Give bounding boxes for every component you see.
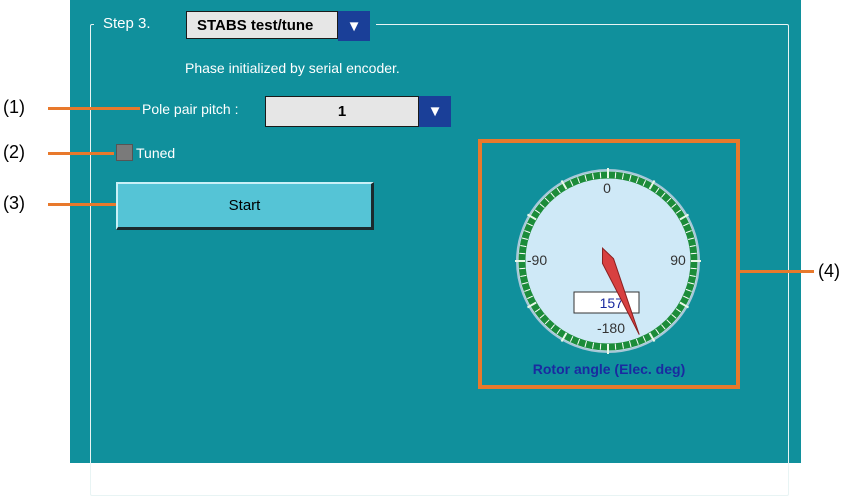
gauge-tick (614, 343, 617, 350)
callout-2: (2) (3, 142, 25, 162)
rotor-angle-gauge: 0 -90 90 -180 157 (515, 168, 701, 354)
gauge-tick (614, 172, 617, 179)
gauge-tick (599, 172, 602, 179)
start-button-label: Start (228, 197, 261, 214)
tuned-checkbox[interactable] (116, 144, 133, 161)
callout-1: (1) (3, 97, 25, 117)
gauge-caption: Rotor angle (Elec. deg) (532, 361, 686, 377)
mode-dropdown-value: STABS test/tune (197, 16, 314, 34)
callout-4: (4) (818, 261, 840, 281)
step-label: Step 3. (103, 15, 151, 32)
pole-pair-value: 1 (337, 103, 347, 120)
tuned-label: Tuned (136, 145, 176, 161)
gauge-tick (599, 343, 602, 350)
start-button[interactable]: Start (116, 182, 374, 230)
callout-3-line (48, 203, 116, 206)
gauge-tick (690, 252, 697, 255)
callout-1-line (48, 107, 140, 110)
tick-label-90: 90 (670, 252, 686, 268)
callout-3: (3) (3, 193, 25, 213)
pole-pair-label: Pole pair pitch : (142, 101, 239, 117)
callout-4-line (740, 270, 814, 273)
tick-label-neg180: -180 (597, 320, 625, 336)
gauge-tick (519, 267, 526, 270)
status-text: Phase initialized by serial encoder. (185, 60, 400, 76)
tick-label-neg90: -90 (527, 252, 547, 268)
tick-label-0: 0 (603, 180, 611, 196)
pole-pair-dropdown-arrow-icon[interactable]: ▼ (419, 96, 451, 127)
gauge-tick (519, 252, 526, 255)
gauge-tick (690, 267, 697, 270)
mode-dropdown-arrow-icon[interactable]: ▼ (338, 11, 370, 41)
callout-2-line (48, 152, 114, 155)
mode-dropdown[interactable]: STABS test/tune (186, 11, 338, 39)
pole-pair-dropdown[interactable]: 1 (265, 96, 419, 127)
